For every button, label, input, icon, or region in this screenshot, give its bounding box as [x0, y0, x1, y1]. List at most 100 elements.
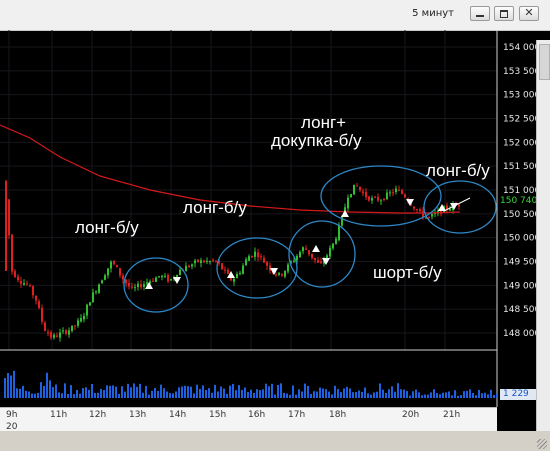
- minimize-button[interactable]: [470, 6, 490, 21]
- volume-bar: [31, 393, 33, 398]
- volume-bar: [367, 393, 369, 398]
- candle-body: [59, 332, 61, 338]
- volume-bar: [151, 390, 153, 398]
- volume-bar: [196, 384, 198, 398]
- volume-bar: [256, 389, 258, 398]
- candle-body: [92, 292, 94, 303]
- vertical-scrollbar[interactable]: [536, 40, 550, 451]
- volume-bar: [469, 389, 471, 398]
- volume-bar: [94, 392, 96, 398]
- candle-body: [257, 252, 259, 258]
- candle-body: [197, 259, 199, 263]
- candle-body: [248, 256, 250, 261]
- candle-body: [200, 260, 202, 264]
- volume-bar: [481, 393, 483, 398]
- candle-body: [341, 216, 343, 226]
- candle-body: [122, 275, 124, 280]
- candle-body: [164, 275, 166, 277]
- trade-circle: [423, 180, 497, 234]
- candle-body: [17, 276, 19, 281]
- time-label: 20h: [402, 410, 420, 420]
- volume-bar: [244, 387, 246, 398]
- volume-bar: [241, 389, 243, 398]
- volume-bar: [7, 373, 9, 398]
- volume-bar: [289, 394, 291, 398]
- volume-bar: [328, 391, 330, 398]
- candle-body: [158, 276, 160, 278]
- volume-bars: [4, 370, 498, 398]
- candle-body: [65, 330, 67, 334]
- volume-bar: [415, 389, 417, 398]
- candle-body: [137, 283, 139, 288]
- resize-grip-icon[interactable]: [537, 439, 547, 449]
- candle-body: [212, 259, 214, 261]
- candle-body: [350, 194, 352, 198]
- candle-body: [155, 277, 157, 282]
- close-button[interactable]: ✕: [519, 6, 539, 21]
- candle-body: [278, 272, 280, 275]
- time-label: 16h: [248, 410, 266, 420]
- volume-bar: [229, 385, 231, 398]
- volume-bar: [16, 388, 18, 398]
- candle-body: [86, 304, 88, 316]
- volume-bar: [193, 393, 195, 398]
- price-tick-label: 150 000: [503, 234, 536, 244]
- window-title: 5 минут: [412, 8, 454, 19]
- volume-bar: [385, 392, 387, 398]
- candle-body: [107, 268, 109, 276]
- price-tick-label: 148 500: [503, 305, 536, 315]
- volume-bar: [142, 392, 144, 398]
- annotation-long-1: лонг-б/у: [75, 218, 139, 237]
- candle-body: [146, 282, 148, 285]
- volume-bar: [262, 389, 264, 398]
- volume-bar: [37, 392, 39, 398]
- candle-body: [74, 325, 76, 327]
- volume-bar: [265, 383, 267, 398]
- volume-bar: [28, 391, 30, 398]
- candle-body: [221, 263, 223, 270]
- candle-body: [413, 206, 415, 209]
- volume-bar: [121, 386, 123, 398]
- candle-body: [83, 315, 85, 320]
- candle-body: [56, 335, 58, 337]
- candle-body: [263, 257, 265, 263]
- volume-bar: [439, 394, 441, 398]
- volume-bar: [160, 384, 162, 398]
- candle-body: [284, 270, 286, 277]
- volume-bar: [145, 385, 147, 398]
- candle-body: [98, 284, 100, 293]
- volume-bar: [217, 391, 219, 398]
- candle-body: [125, 279, 127, 284]
- volume-bar: [232, 383, 234, 398]
- volume-bar: [412, 391, 414, 398]
- candle-body: [449, 208, 451, 211]
- candle-body: [11, 234, 13, 272]
- volume-bar: [496, 393, 498, 398]
- volume-bar: [220, 386, 222, 398]
- candle-body: [374, 196, 376, 198]
- volume-bar: [73, 394, 75, 398]
- candle-body: [233, 279, 235, 282]
- volume-bar: [295, 394, 297, 398]
- volume-bar: [34, 393, 36, 398]
- volume-bar: [304, 383, 306, 398]
- maximize-button[interactable]: [494, 6, 514, 21]
- volume-bar: [394, 391, 396, 398]
- volume-bar: [388, 389, 390, 398]
- scrollbar-thumb[interactable]: [539, 44, 550, 80]
- volume-bar: [316, 391, 318, 398]
- chart-grid: [0, 30, 497, 350]
- candle-body: [302, 247, 304, 252]
- candle-body: [227, 269, 229, 274]
- volume-bar: [418, 392, 420, 398]
- volume-bar: [268, 386, 270, 398]
- volume-bar: [64, 383, 66, 398]
- volume-bar: [4, 377, 6, 398]
- volume-bar: [97, 392, 99, 398]
- volume-bar: [19, 388, 21, 398]
- candle-body: [332, 243, 334, 249]
- candle-body: [329, 247, 331, 257]
- time-label: 21h: [443, 410, 461, 420]
- price-tick-label: 152 500: [503, 115, 536, 125]
- volume-bar: [292, 385, 294, 398]
